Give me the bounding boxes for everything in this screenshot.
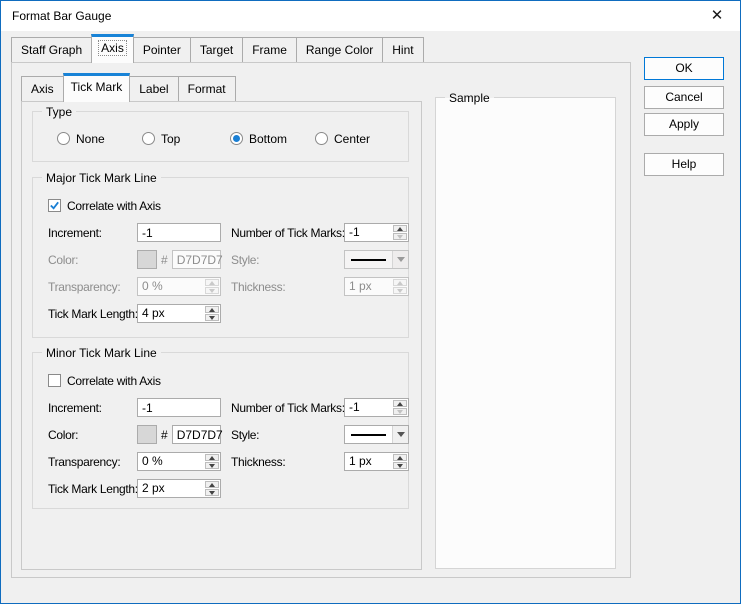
sample-preview-area: Sample: [435, 91, 616, 569]
close-icon[interactable]: ✕: [700, 1, 734, 31]
spinner-up-icon[interactable]: [393, 225, 407, 232]
minor-tick-length-spinner[interactable]: 2 px: [137, 479, 221, 498]
spinner-down-icon[interactable]: [205, 462, 219, 469]
spinner-down-icon[interactable]: [205, 489, 219, 496]
tab-staff-graph[interactable]: Staff Graph: [11, 37, 93, 62]
radio-center[interactable]: Center: [315, 129, 370, 148]
minor-correlate-checkbox[interactable]: [48, 374, 61, 387]
chevron-down-icon: [392, 251, 408, 268]
subtab-axis[interactable]: Axis: [21, 76, 64, 101]
line-style-preview: [351, 258, 386, 261]
major-transparency-spinner: 0 %: [137, 277, 221, 296]
window-title: Format Bar Gauge: [12, 9, 112, 23]
major-correlate-row: Correlate with Axis: [48, 196, 161, 215]
chevron-down-icon[interactable]: [392, 426, 408, 443]
spinner-up-icon[interactable]: [205, 481, 219, 488]
title-bar: Format Bar Gauge ✕: [1, 1, 740, 31]
major-style-row: Style:: [231, 250, 409, 269]
minor-style-dropdown[interactable]: [344, 425, 409, 444]
subtab-label[interactable]: Label: [129, 76, 179, 101]
major-thickness-spinner: 1 px: [344, 277, 409, 296]
apply-button[interactable]: Apply: [644, 113, 724, 136]
cancel-button[interactable]: Cancel: [644, 86, 724, 109]
minor-style-row: Style:: [231, 425, 409, 444]
spinner-down-icon[interactable]: [393, 462, 407, 469]
tab-target[interactable]: Target: [189, 37, 244, 62]
ok-button[interactable]: OK: [644, 57, 724, 80]
major-increment-row: Increment: -1: [48, 223, 221, 242]
sub-tab-strip: Axis Tick Mark Label Format: [21, 73, 236, 102]
minor-tick-mark-group: Minor Tick Mark Line Correlate with Axis…: [32, 346, 409, 509]
minor-increment-input[interactable]: -1: [137, 398, 221, 417]
minor-color-row: Color: # D7D7D7: [48, 425, 223, 444]
sample-group-title: Sample: [445, 91, 494, 105]
major-num-ticks-row: Number of Tick Marks: -1: [231, 223, 409, 242]
major-num-ticks-spinner[interactable]: -1: [344, 223, 409, 242]
help-button[interactable]: Help: [644, 153, 724, 176]
major-tick-mark-group: Major Tick Mark Line Correlate with Axis…: [32, 171, 409, 338]
minor-increment-row: Increment: -1: [48, 398, 221, 417]
minor-thickness-row: Thickness: 1 px: [231, 452, 409, 471]
minor-transparency-row: Transparency: 0 %: [48, 452, 221, 471]
major-correlate-checkbox[interactable]: [48, 199, 61, 212]
major-tick-length-spinner[interactable]: 4 px: [137, 304, 221, 323]
spinner-down-icon: [205, 287, 219, 294]
minor-group-title: Minor Tick Mark Line: [42, 346, 161, 360]
check-icon: [50, 201, 59, 210]
spinner-down-icon[interactable]: [393, 233, 407, 240]
minor-color-hex-input[interactable]: D7D7D7: [171, 425, 223, 444]
tab-pointer[interactable]: Pointer: [132, 37, 191, 62]
radio-center-circle[interactable]: [315, 132, 328, 145]
minor-correlate-row: Correlate with Axis: [48, 371, 161, 390]
minor-transparency-spinner[interactable]: 0 %: [137, 452, 221, 471]
tab-frame[interactable]: Frame: [242, 37, 297, 62]
radio-bottom[interactable]: Bottom: [230, 129, 287, 148]
spinner-up-icon: [205, 279, 219, 286]
radio-none[interactable]: None: [57, 129, 105, 148]
minor-num-ticks-spinner[interactable]: -1: [344, 398, 409, 417]
minor-tick-length-row: Tick Mark Length: 2 px: [48, 479, 221, 498]
major-color-swatch: [137, 250, 157, 269]
tab-range-color[interactable]: Range Color: [295, 37, 384, 62]
radio-bottom-circle[interactable]: [230, 132, 243, 145]
radio-top[interactable]: Top: [142, 129, 180, 148]
subtab-tick-mark[interactable]: Tick Mark: [62, 73, 131, 102]
major-thickness-row: Thickness: 1 px: [231, 277, 409, 296]
radio-none-circle[interactable]: [57, 132, 70, 145]
major-group-title: Major Tick Mark Line: [42, 171, 161, 185]
spinner-up-icon[interactable]: [393, 400, 407, 407]
major-tick-length-row: Tick Mark Length: 4 px: [48, 304, 221, 323]
spinner-up-icon[interactable]: [205, 306, 219, 313]
format-bar-gauge-dialog: Format Bar Gauge ✕ Staff Graph Axis Poin…: [0, 0, 741, 604]
spinner-up-icon[interactable]: [205, 454, 219, 461]
tab-hint[interactable]: Hint: [382, 37, 424, 62]
spinner-down-icon[interactable]: [205, 314, 219, 321]
type-group: Type None Top Bottom Center: [32, 105, 409, 162]
tab-axis[interactable]: Axis: [91, 34, 134, 63]
type-group-title: Type: [42, 105, 77, 119]
spinner-up-icon[interactable]: [393, 454, 407, 461]
main-tab-strip: Staff Graph Axis Pointer Target Frame Ra…: [11, 34, 424, 63]
major-transparency-row: Transparency: 0 %: [48, 277, 221, 296]
major-increment-input[interactable]: -1: [137, 223, 221, 242]
major-style-dropdown: [344, 250, 409, 269]
line-style-preview: [351, 433, 386, 436]
spinner-down-icon[interactable]: [393, 408, 407, 415]
subtab-format[interactable]: Format: [177, 76, 236, 101]
spinner-down-icon: [393, 287, 407, 294]
radio-top-circle[interactable]: [142, 132, 155, 145]
minor-num-ticks-row: Number of Tick Marks: -1: [231, 398, 409, 417]
major-color-row: Color: # D7D7D7: [48, 250, 223, 269]
minor-color-swatch[interactable]: [137, 425, 157, 444]
spinner-up-icon: [393, 279, 407, 286]
minor-thickness-spinner[interactable]: 1 px: [344, 452, 409, 471]
major-color-hex-input: D7D7D7: [171, 250, 223, 269]
